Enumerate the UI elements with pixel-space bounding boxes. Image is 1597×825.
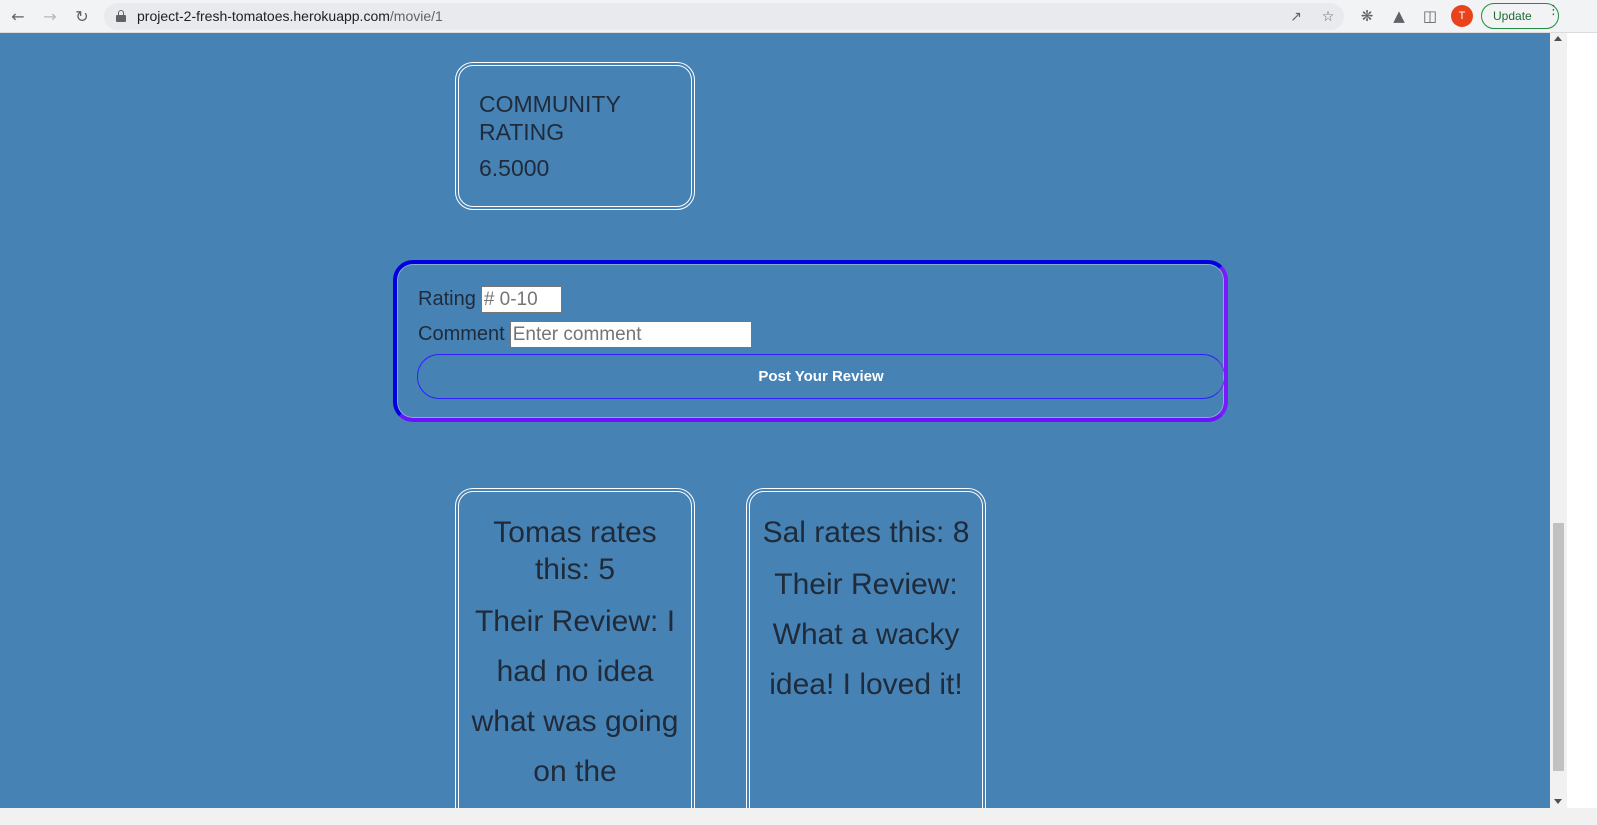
scroll-up-arrow-icon[interactable]	[1554, 36, 1562, 41]
review-form: Rating Comment Post Your Review	[393, 260, 1228, 422]
lock-icon[interactable]	[116, 10, 126, 22]
extensions-puzzle-icon[interactable]: ❋	[1356, 5, 1378, 27]
forward-arrow-icon[interactable]: →	[37, 4, 63, 28]
browser-toolbar: ← → ↻ project-2-fresh-tomatoes.herokuapp…	[0, 0, 1597, 33]
window-edge	[1567, 33, 1597, 825]
post-review-button[interactable]: Post Your Review	[417, 354, 1225, 399]
comment-input[interactable]	[509, 321, 752, 348]
community-rating-value: 6.5000	[479, 155, 550, 181]
avatar-letter: T	[1458, 10, 1466, 22]
scroll-thumb[interactable]	[1553, 523, 1564, 771]
review-body: Their Review: I had no idea what was goi…	[471, 605, 679, 788]
side-panel-icon[interactable]: ◫	[1419, 5, 1441, 27]
profile-avatar[interactable]: T	[1451, 5, 1473, 27]
star-icon[interactable]: ☆	[1317, 6, 1339, 28]
post-review-label: Post Your Review	[758, 368, 884, 385]
update-label: Update	[1493, 9, 1532, 23]
scroll-down-arrow-icon[interactable]	[1554, 799, 1562, 804]
review-body: Their Review: What a wacky idea! I loved…	[769, 568, 963, 701]
share-icon[interactable]: ↗	[1285, 6, 1307, 28]
review-card: Tomas rates this: 5 Their Review: I had …	[455, 488, 695, 825]
rating-label: Rating	[418, 288, 476, 310]
url-path: /movie/1	[389, 8, 443, 24]
url-host: project-2-fresh-tomatoes.herokuapp.com	[137, 8, 390, 24]
rating-row: Rating	[418, 286, 562, 313]
vertical-scrollbar[interactable]	[1550, 33, 1567, 808]
review-card: Sal rates this: 8 Their Review: What a w…	[746, 488, 986, 825]
community-rating-card: COMMUNITY RATING 6.5000	[455, 62, 695, 210]
community-rating-label: COMMUNITY RATING	[479, 91, 621, 145]
comment-row: Comment	[418, 321, 752, 348]
labs-flask-icon[interactable]: ▲	[1388, 5, 1410, 27]
back-arrow-icon[interactable]: ←	[5, 4, 31, 28]
address-bar[interactable]: project-2-fresh-tomatoes.herokuapp.com/m…	[104, 3, 1344, 30]
url-text[interactable]: project-2-fresh-tomatoes.herokuapp.com/m…	[137, 8, 443, 24]
review-heading: Sal rates this: 8	[762, 516, 970, 549]
review-heading: Tomas rates this: 5	[493, 516, 657, 586]
menu-dots-icon[interactable]: ⋮	[1547, 4, 1560, 17]
comment-label: Comment	[418, 323, 505, 345]
update-button[interactable]: Update ⋮	[1481, 3, 1560, 29]
horizontal-scrollbar-track	[0, 808, 1597, 825]
reload-icon[interactable]: ↻	[69, 4, 95, 28]
rating-input[interactable]	[480, 286, 562, 313]
